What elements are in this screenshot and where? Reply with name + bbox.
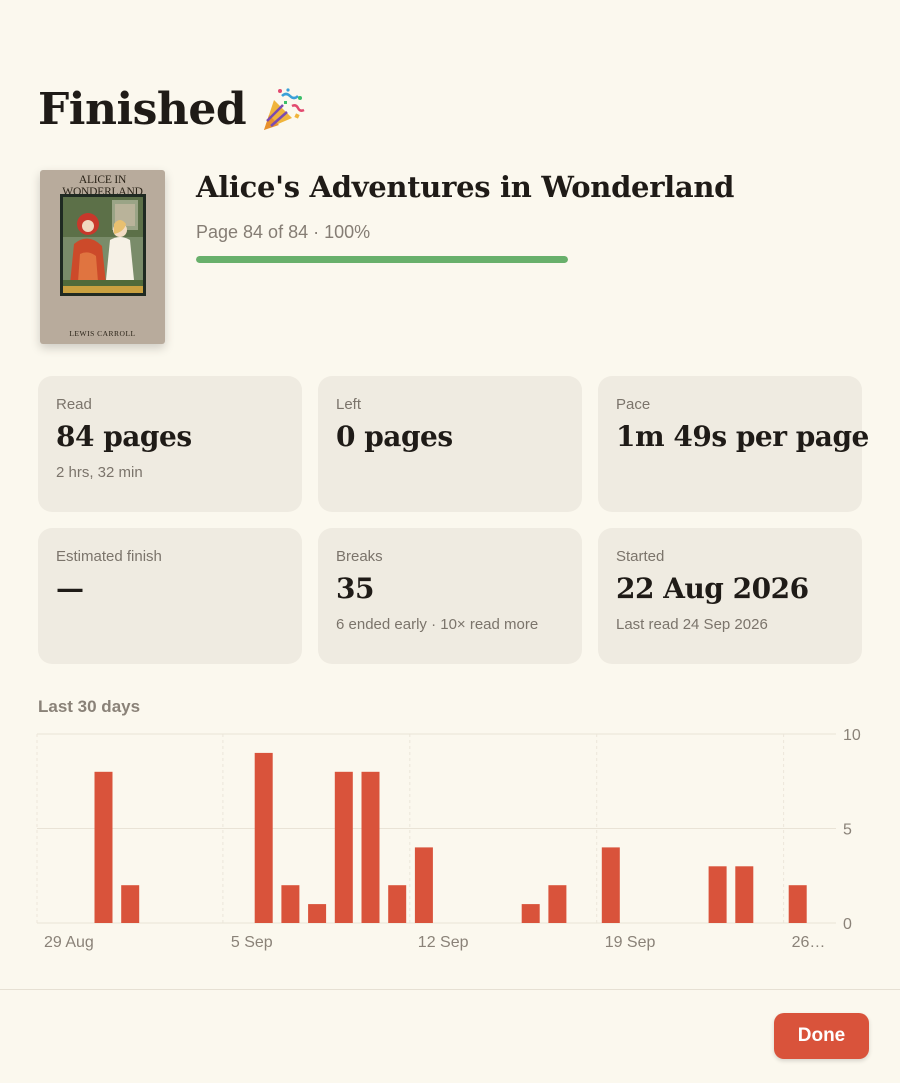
chart-x-tick-label: 29 Aug bbox=[44, 934, 94, 951]
chart-y-tick-label: 0 bbox=[843, 916, 852, 933]
footer-divider bbox=[0, 989, 900, 990]
chart-bar bbox=[388, 885, 407, 923]
page-title: Finished bbox=[38, 84, 306, 135]
stat-card-left: Left 0 pages bbox=[318, 376, 582, 512]
progress-text: Page 84 of 84 · 100% bbox=[196, 222, 371, 242]
done-button[interactable]: Done bbox=[774, 1013, 869, 1059]
stat-label: Breaks bbox=[336, 548, 383, 565]
chart-bar bbox=[601, 847, 620, 923]
chart-bar bbox=[414, 847, 433, 923]
stat-card-started: Started 22 Aug 2026 Last read 24 Sep 202… bbox=[598, 528, 862, 664]
chart-bar bbox=[121, 885, 140, 923]
chart-x-tick-label: 12 Sep bbox=[418, 934, 469, 951]
chart-y-tick-label: 5 bbox=[843, 822, 852, 839]
stat-card-breaks: Breaks 35 6 ended early · 10× read more bbox=[318, 528, 582, 664]
stat-value: 1m 49s per page bbox=[616, 420, 869, 453]
stat-subtext: 2 hrs, 32 min bbox=[56, 464, 143, 481]
stat-value: 84 pages bbox=[56, 420, 192, 453]
stat-value: 0 pages bbox=[336, 420, 453, 453]
cover-illustration bbox=[60, 194, 146, 296]
stat-value: 22 Aug 2026 bbox=[616, 572, 809, 605]
chart-bar bbox=[254, 752, 273, 923]
chart-x-tick-label: 19 Sep bbox=[605, 934, 656, 951]
chart-x-tick-label: 5 Sep bbox=[231, 934, 273, 951]
chart-x-tick-label: 26… bbox=[792, 934, 826, 951]
book-cover: ALICE IN WONDERLAND LEWIS CARROLL bbox=[40, 170, 165, 344]
stat-label: Left bbox=[336, 396, 362, 413]
progress-bar bbox=[196, 256, 568, 263]
chart-bar bbox=[308, 904, 327, 923]
title-text: Finished bbox=[38, 84, 247, 135]
chart-section-label: Last 30 days bbox=[38, 697, 141, 716]
chart-bar bbox=[521, 904, 540, 923]
stat-label: Pace bbox=[616, 396, 651, 413]
stat-card-pace: Pace 1m 49s per page bbox=[598, 376, 869, 512]
chart-bar bbox=[334, 771, 353, 923]
chart-bar bbox=[708, 866, 727, 923]
stat-value: 35 bbox=[336, 572, 374, 605]
stat-card-read: Read 84 pages 2 hrs, 32 min bbox=[38, 376, 302, 512]
stat-value: — bbox=[56, 572, 84, 605]
stat-subtext: Last read 24 Sep 2026 bbox=[616, 616, 768, 633]
stat-label: Started bbox=[616, 548, 665, 565]
stat-label: Read bbox=[56, 396, 92, 413]
chart-bar bbox=[788, 885, 807, 923]
stat-label: Estimated finish bbox=[56, 548, 162, 565]
stat-subtext: 6 ended early · 10× read more bbox=[336, 616, 539, 633]
chart-bar bbox=[94, 771, 113, 923]
stat-card-estimated-finish: Estimated finish — bbox=[38, 528, 302, 664]
finished-sheet: Finished ALICE IN WONDERLAND LEWIS CARRO… bbox=[0, 0, 900, 1083]
book-title: Alice's Adventures in Wonderland bbox=[196, 170, 735, 204]
cover-author: LEWIS CARROLL bbox=[69, 329, 136, 338]
chart-bar bbox=[548, 885, 567, 923]
chart-bar bbox=[361, 771, 380, 923]
chart-bar bbox=[735, 866, 754, 923]
chart-bar bbox=[281, 885, 300, 923]
chart-y-tick-label: 10 bbox=[843, 727, 861, 744]
progress-bar-fill bbox=[196, 256, 568, 263]
party-popper-icon bbox=[264, 87, 305, 130]
reading-chart: 10 5 0 29 Aug 5 Sep 12 Sep 19 Sep 26… bbox=[36, 727, 861, 951]
